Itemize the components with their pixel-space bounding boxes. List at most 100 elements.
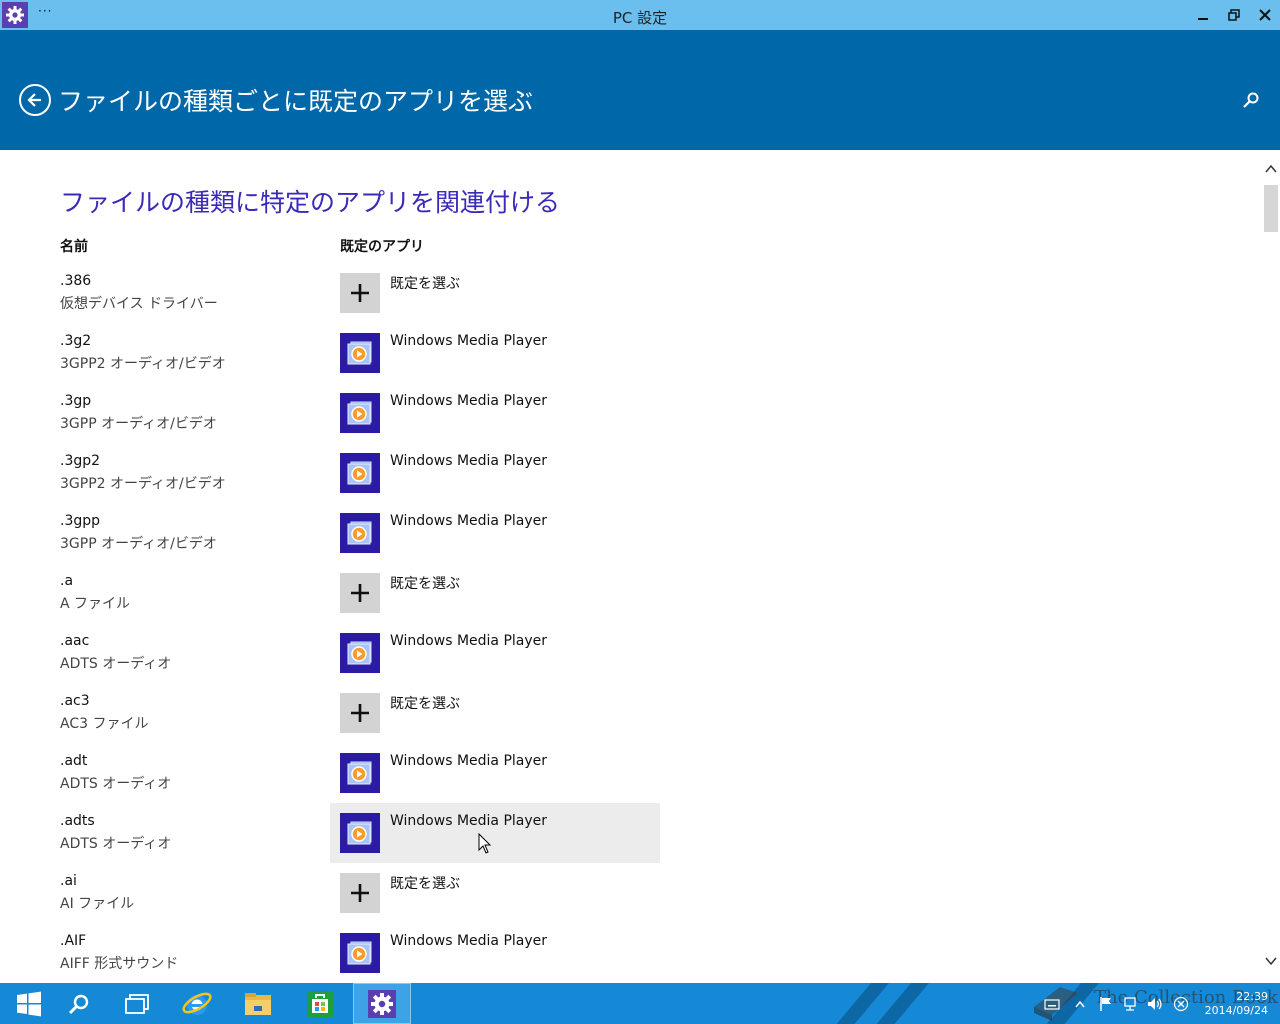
- task-view-button[interactable]: [108, 983, 166, 1024]
- file-type-description: AC3 ファイル: [60, 716, 149, 732]
- windows-logo-icon: [17, 991, 41, 1016]
- file-extension: .ai: [60, 873, 77, 889]
- taskbar-search-button[interactable]: [50, 983, 108, 1024]
- file-type-description: 3GPP オーディオ/ビデオ: [60, 536, 217, 552]
- vertical-scrollbar[interactable]: [1262, 150, 1280, 983]
- default-app-button[interactable]: Windows Media Player: [330, 323, 660, 383]
- mouse-cursor-icon: [478, 833, 492, 854]
- clock-time: 22:39: [1236, 990, 1268, 1003]
- section-title: ファイルの種類に特定のアプリを関連付ける: [60, 188, 561, 217]
- windows-media-player-icon: [340, 633, 380, 673]
- taskbar-file-explorer[interactable]: [229, 983, 287, 1024]
- default-app-button[interactable]: Windows Media Player: [330, 803, 660, 863]
- default-app-label: 既定を選ぶ: [390, 696, 460, 712]
- windows-media-player-icon: [340, 933, 380, 973]
- column-header-name: 名前: [60, 239, 88, 255]
- tray-network[interactable]: [1121, 983, 1141, 1024]
- clock-date: 2014/09/24: [1204, 1004, 1268, 1017]
- windows-media-player-icon: [340, 333, 380, 373]
- column-header-default-app: 既定のアプリ: [340, 239, 424, 255]
- taskbar-store[interactable]: [291, 983, 349, 1024]
- search-icon: [1243, 92, 1259, 108]
- file-type-description: 3GPP2 オーディオ/ビデオ: [60, 356, 226, 372]
- file-type-description: AI ファイル: [60, 896, 135, 912]
- default-app-label: Windows Media Player: [390, 633, 548, 649]
- default-app-label: Windows Media Player: [390, 453, 548, 469]
- default-app-label: Windows Media Player: [390, 393, 548, 409]
- default-app-button[interactable]: Windows Media Player: [330, 383, 660, 443]
- task-view-icon: [125, 993, 149, 1014]
- plus-icon: [340, 573, 380, 613]
- default-app-button[interactable]: 既定を選ぶ: [330, 683, 660, 743]
- taskbar-pc-settings[interactable]: [353, 983, 411, 1024]
- back-arrow-icon: [27, 93, 41, 107]
- file-extension: .AIF: [60, 933, 87, 949]
- windows-media-player-icon: [340, 393, 380, 433]
- tray-volume[interactable]: [1145, 983, 1165, 1024]
- file-type-description: ADTS オーディオ: [60, 836, 172, 852]
- file-type-description: 仮想デバイス ドライバー: [60, 296, 218, 312]
- close-icon: [1259, 9, 1271, 21]
- taskbar: The Collection Book 22:39 2014/09/24: [0, 983, 1280, 1024]
- tray-show-hidden-icons[interactable]: [1070, 983, 1090, 1024]
- title-bar: ··· PC 設定: [0, 0, 1280, 30]
- windows-media-player-icon: [340, 753, 380, 793]
- default-app-label: 既定を選ぶ: [390, 576, 460, 592]
- close-button[interactable]: [1250, 0, 1280, 30]
- flag-icon: [1100, 996, 1111, 1011]
- default-app-button[interactable]: Windows Media Player: [330, 743, 660, 803]
- restore-button[interactable]: [1219, 0, 1249, 30]
- default-app-label: Windows Media Player: [390, 933, 548, 949]
- tray-action-center[interactable]: [1096, 983, 1116, 1024]
- default-app-button[interactable]: Windows Media Player: [330, 443, 660, 503]
- internet-explorer-icon: [182, 992, 212, 1015]
- window-title: PC 設定: [612, 9, 668, 27]
- list-item: .AIF AIFF 形式サウンド Windows Media Player: [0, 933, 1262, 983]
- file-extension: .adt: [60, 753, 88, 769]
- chevron-up-icon: [1075, 1000, 1085, 1007]
- file-extension: .a: [60, 573, 74, 589]
- minimize-icon: [1198, 18, 1208, 20]
- default-app-label: Windows Media Player: [390, 813, 548, 829]
- tray-notification[interactable]: [1171, 983, 1191, 1024]
- default-app-label: 既定を選ぶ: [390, 276, 460, 292]
- windows-media-player-icon: [340, 513, 380, 553]
- scroll-thumb[interactable]: [1264, 185, 1278, 232]
- page-title: ファイルの種類ごとに既定のアプリを選ぶ: [58, 87, 534, 116]
- default-app-button[interactable]: Windows Media Player: [330, 923, 660, 983]
- scroll-down-arrow-icon[interactable]: [1265, 956, 1277, 966]
- speaker-icon: [1148, 997, 1162, 1010]
- file-extension: .aac: [60, 633, 90, 649]
- system-clock[interactable]: 22:39 2014/09/24: [1198, 990, 1268, 1018]
- settings-gear-icon: [368, 989, 396, 1018]
- default-app-label: Windows Media Player: [390, 333, 548, 349]
- file-type-description: 3GPP2 オーディオ/ビデオ: [60, 476, 226, 492]
- file-type-description: A ファイル: [60, 596, 131, 612]
- plus-icon: [340, 873, 380, 913]
- back-button[interactable]: [19, 84, 51, 116]
- search-button[interactable]: [1240, 89, 1262, 111]
- search-icon: [68, 994, 89, 1014]
- tray-keyboard[interactable]: [1042, 983, 1062, 1024]
- file-extension: .3g2: [60, 333, 92, 349]
- restore-icon: [1228, 9, 1240, 21]
- page-header: ファイルの種類ごとに既定のアプリを選ぶ: [0, 30, 1280, 150]
- circle-x-icon: [1173, 996, 1189, 1011]
- default-app-label: Windows Media Player: [390, 513, 548, 529]
- default-app-button[interactable]: 既定を選ぶ: [330, 263, 660, 323]
- scroll-up-arrow-icon[interactable]: [1265, 164, 1277, 174]
- default-app-button[interactable]: Windows Media Player: [330, 623, 660, 683]
- default-app-button[interactable]: 既定を選ぶ: [330, 563, 660, 623]
- file-extension: .386: [60, 273, 92, 289]
- file-type-description: ADTS オーディオ: [60, 776, 172, 792]
- windows-media-player-icon: [340, 813, 380, 853]
- plus-icon: [340, 273, 380, 313]
- minimize-button[interactable]: [1188, 0, 1218, 30]
- file-extension: .ac3: [60, 693, 90, 709]
- default-app-button[interactable]: Windows Media Player: [330, 503, 660, 563]
- file-extension: .3gp: [60, 393, 92, 409]
- default-app-button[interactable]: 既定を選ぶ: [330, 863, 660, 923]
- taskbar-internet-explorer[interactable]: [168, 983, 226, 1024]
- file-extension: .3gp2: [60, 453, 101, 469]
- file-extension: .3gpp: [60, 513, 101, 529]
